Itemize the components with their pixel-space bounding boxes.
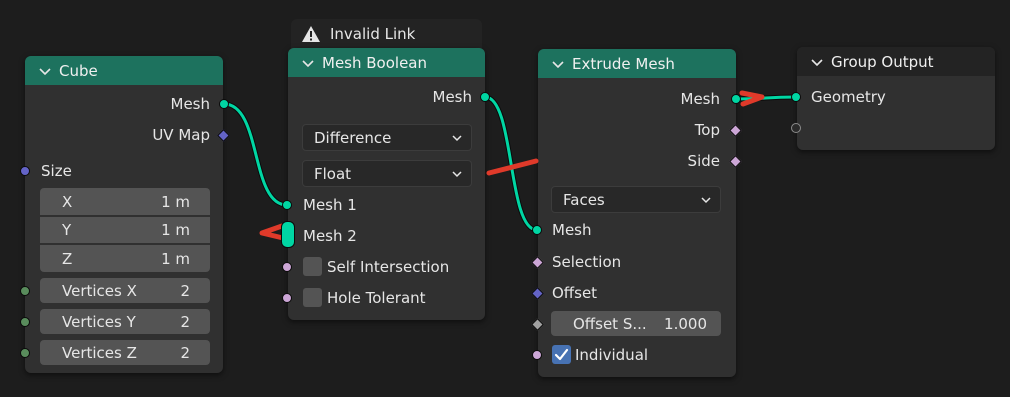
offset-scale-value: 1.000 bbox=[664, 314, 707, 333]
cube-vertices-z-label: Vertices Z bbox=[62, 343, 137, 362]
boolean-operation-dropdown[interactable]: Difference bbox=[302, 124, 472, 151]
cube-in-size-socket[interactable] bbox=[20, 166, 30, 176]
cube-size-label: Size bbox=[41, 162, 72, 180]
individual-label: Individual bbox=[575, 346, 649, 364]
chevron-down-icon[interactable] bbox=[300, 55, 316, 71]
extrude-mode-dropdown[interactable]: Faces bbox=[551, 186, 721, 213]
offset-scale-label: Offset S... bbox=[573, 314, 647, 333]
cube-vertices-z-field[interactable]: Vertices Z 2 bbox=[40, 340, 210, 365]
chevron-down-icon[interactable] bbox=[37, 63, 53, 79]
cube-out-mesh-socket[interactable] bbox=[219, 99, 229, 109]
extrude-in-offset-label: Offset bbox=[552, 284, 598, 302]
cube-vertices-x-field[interactable]: Vertices X 2 bbox=[40, 278, 210, 303]
offset-scale-field[interactable]: Offset S... 1.000 bbox=[551, 311, 721, 336]
boolean-out-mesh-label: Mesh bbox=[432, 88, 473, 106]
cube-size-x-label: X bbox=[62, 192, 73, 211]
group-output-node-header[interactable]: Group Output bbox=[797, 47, 995, 76]
self-intersection-label: Self Intersection bbox=[327, 258, 450, 276]
extrude-out-top-label: Top bbox=[694, 121, 720, 139]
cube-out-uvmap-label: UV Map bbox=[152, 126, 210, 144]
cube-size-z-field[interactable]: Z 1 m bbox=[40, 245, 210, 272]
boolean-in-self-intersection-socket[interactable] bbox=[282, 262, 292, 272]
mesh-boolean-node-title: Mesh Boolean bbox=[322, 53, 427, 72]
chevron-down-icon bbox=[452, 135, 462, 142]
warning-icon bbox=[302, 26, 320, 42]
cube-vertices-x-label: Vertices X bbox=[62, 281, 137, 300]
group-output-node-title: Group Output bbox=[831, 52, 934, 71]
extrude-mesh-node-title: Extrude Mesh bbox=[572, 54, 675, 73]
link-extrude-to-output[interactable] bbox=[735, 94, 797, 102]
invalid-link-warning-text: Invalid Link bbox=[330, 25, 416, 43]
extrude-out-mesh-socket[interactable] bbox=[731, 94, 741, 104]
checkmark-icon bbox=[554, 348, 569, 361]
chevron-down-icon[interactable] bbox=[809, 54, 825, 70]
output-in-geometry-label: Geometry bbox=[811, 88, 886, 106]
hole-tolerant-checkbox[interactable] bbox=[303, 288, 322, 307]
boolean-in-mesh1-socket[interactable] bbox=[282, 200, 292, 210]
invalid-link-mark-output bbox=[739, 90, 765, 107]
cube-vertices-y-field[interactable]: Vertices Y 2 bbox=[40, 309, 210, 334]
cube-size-y-value: 1 m bbox=[161, 221, 190, 239]
cube-vertices-x-value: 2 bbox=[180, 281, 190, 300]
cube-size-x-value: 1 m bbox=[161, 192, 190, 211]
boolean-solver-value: Float bbox=[314, 164, 352, 183]
invalid-link-mark-mesh2 bbox=[259, 223, 286, 241]
cube-node[interactable]: Cube Mesh UV Map Size X 1 m Y 1 m Z 1 m … bbox=[25, 56, 223, 373]
boolean-in-mesh2-socket[interactable] bbox=[281, 221, 295, 248]
cube-vertices-z-value: 2 bbox=[180, 343, 190, 362]
cube-out-mesh-label: Mesh bbox=[170, 95, 211, 113]
boolean-in-mesh1-label: Mesh 1 bbox=[303, 196, 357, 214]
hole-tolerant-label: Hole Tolerant bbox=[327, 289, 426, 307]
boolean-in-mesh2-label: Mesh 2 bbox=[303, 227, 357, 245]
self-intersection-checkbox[interactable] bbox=[303, 257, 322, 276]
link-cube-to-mesh1[interactable] bbox=[223, 101, 288, 208]
cube-in-vertices-y-socket[interactable] bbox=[20, 317, 30, 327]
boolean-in-hole-tolerant-socket[interactable] bbox=[282, 293, 292, 303]
cube-node-header[interactable]: Cube bbox=[25, 56, 223, 85]
extrude-in-mesh-label: Mesh bbox=[552, 221, 592, 239]
cube-vertices-y-label: Vertices Y bbox=[62, 312, 136, 331]
boolean-operation-value: Difference bbox=[314, 128, 392, 147]
group-output-node[interactable]: Group Output Geometry bbox=[797, 47, 995, 150]
individual-checkbox[interactable] bbox=[552, 345, 571, 364]
cube-size-y-label: Y bbox=[62, 221, 72, 239]
invalid-link-mark-extrude bbox=[486, 158, 539, 176]
extrude-out-side-label: Side bbox=[687, 152, 720, 170]
cube-size-z-label: Z bbox=[62, 249, 73, 268]
cube-size-x-field[interactable]: X 1 m bbox=[40, 188, 210, 215]
mesh-boolean-node-header[interactable]: Mesh Boolean bbox=[288, 48, 485, 77]
boolean-out-mesh-socket[interactable] bbox=[480, 92, 490, 102]
invalid-link-warning: Invalid Link bbox=[291, 19, 482, 49]
output-in-geometry-socket[interactable] bbox=[791, 92, 801, 102]
mesh-boolean-node[interactable]: Mesh Boolean Mesh Difference Float Mesh … bbox=[288, 48, 485, 320]
extrude-mesh-node[interactable]: Extrude Mesh Mesh Top Side Faces Mesh Se… bbox=[538, 49, 736, 377]
cube-size-y-field[interactable]: Y 1 m bbox=[40, 217, 210, 243]
extrude-in-individual-socket[interactable] bbox=[532, 350, 542, 360]
chevron-down-icon[interactable] bbox=[550, 56, 566, 72]
extrude-in-mesh-socket[interactable] bbox=[532, 225, 542, 235]
cube-node-title: Cube bbox=[59, 61, 98, 80]
boolean-solver-dropdown[interactable]: Float bbox=[302, 160, 472, 187]
cube-size-z-value: 1 m bbox=[161, 249, 190, 268]
link-boolean-to-extrude[interactable] bbox=[484, 94, 538, 233]
cube-vertices-y-value: 2 bbox=[180, 312, 190, 331]
output-in-empty-socket[interactable] bbox=[791, 123, 801, 133]
chevron-down-icon bbox=[452, 171, 462, 178]
extrude-out-mesh-label: Mesh bbox=[680, 90, 721, 108]
extrude-mode-value: Faces bbox=[563, 190, 605, 209]
chevron-down-icon bbox=[701, 197, 711, 204]
extrude-mesh-node-header[interactable]: Extrude Mesh bbox=[538, 49, 736, 78]
cube-in-vertices-z-socket[interactable] bbox=[20, 348, 30, 358]
cube-in-vertices-x-socket[interactable] bbox=[20, 286, 30, 296]
extrude-in-selection-label: Selection bbox=[552, 253, 622, 271]
